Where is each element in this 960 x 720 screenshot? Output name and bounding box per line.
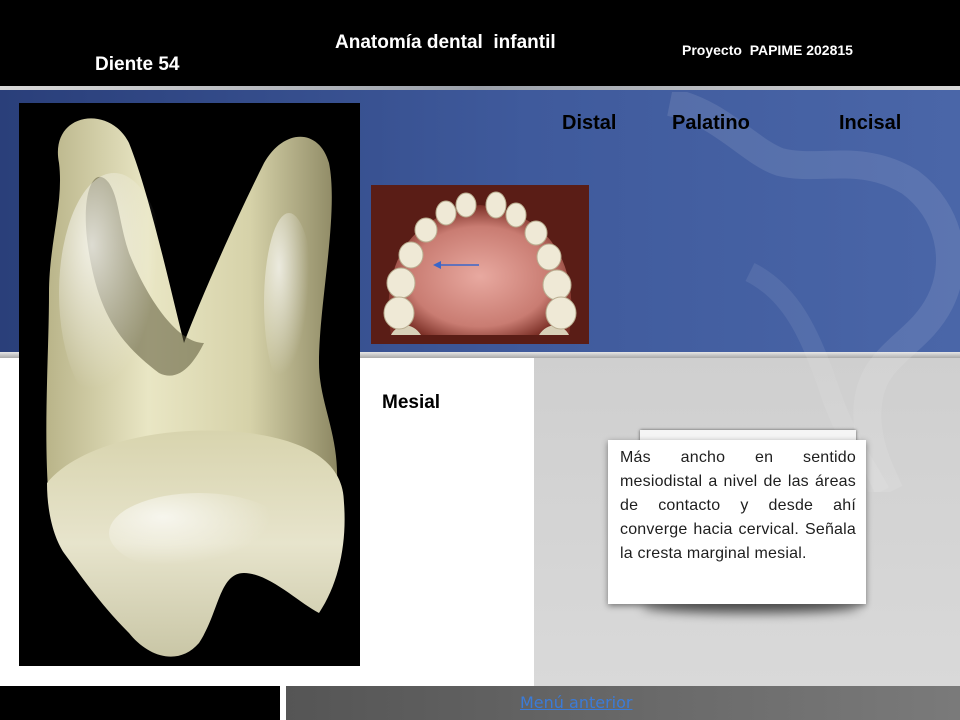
project-label: Proyecto PAPIME 202815 <box>682 42 853 58</box>
page-title: Anatomía dental infantil <box>335 32 556 53</box>
tab-incisal[interactable]: Incisal <box>839 112 901 135</box>
tooth-label: Diente 54 <box>95 54 180 75</box>
description-card: Más ancho en sentido mesiodistal a nivel… <box>608 440 866 604</box>
description-text: Más ancho en sentido mesiodistal a nivel… <box>620 449 856 562</box>
palate-photo <box>371 185 589 344</box>
tab-distal[interactable]: Distal <box>562 112 616 135</box>
footer-bar-left <box>0 686 280 720</box>
tooth-mesial-photo-icon <box>46 118 345 657</box>
current-view-label: Mesial <box>382 392 441 413</box>
tab-palatino[interactable]: Palatino <box>672 112 750 135</box>
previous-menu-link[interactable]: Menú anterior <box>520 693 632 712</box>
palate-photo-with-arrow-icon <box>371 185 589 344</box>
tooth-photo <box>19 103 360 666</box>
